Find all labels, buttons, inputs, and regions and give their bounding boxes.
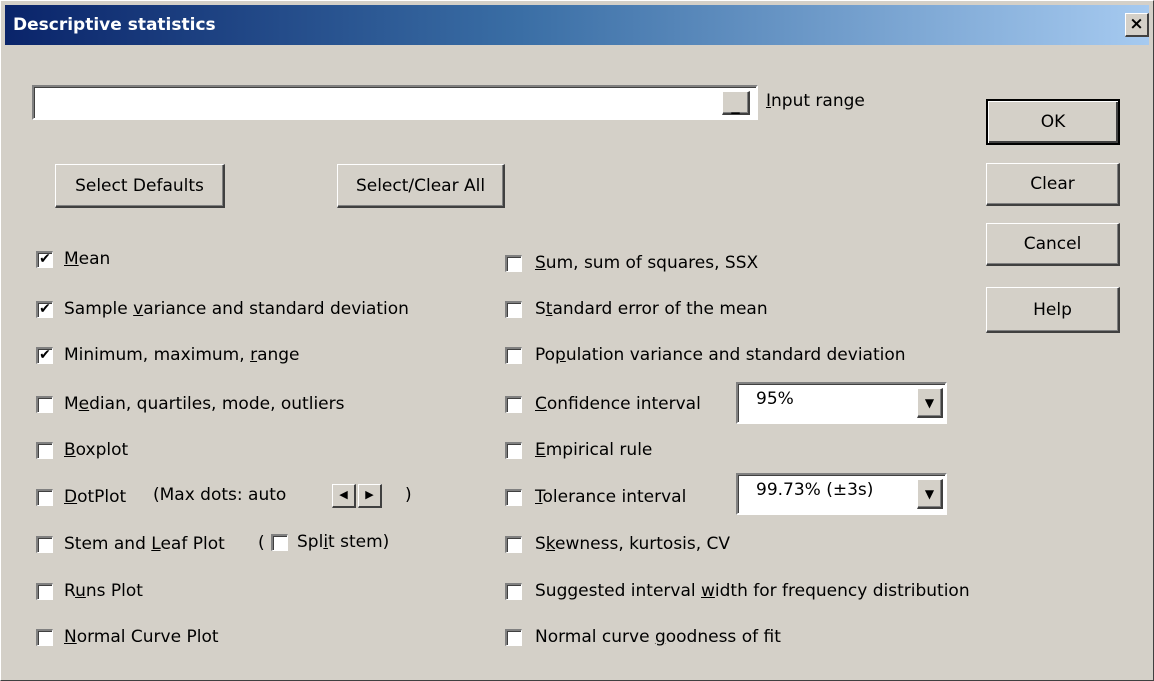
goodness-of-fit-label: Normal curve goodness of fit	[535, 627, 781, 647]
close-button[interactable]: ×	[1125, 13, 1149, 37]
mean-label: Mean	[64, 249, 111, 269]
right-arrow-icon: ▶	[365, 488, 374, 501]
min-max-range-checkbox[interactable]: ✔	[36, 347, 53, 364]
population-variance-label: Population variance and standard deviati…	[535, 345, 906, 365]
input-range-label: Input range	[766, 91, 865, 111]
collapse-icon: _	[731, 95, 740, 115]
runs-plot-label: Runs Plot	[64, 581, 143, 601]
collapse-range-button[interactable]: _	[722, 91, 750, 115]
interval-width-label: Suggested interval width for frequency d…	[535, 581, 970, 601]
goodness-of-fit-checkbox[interactable]	[505, 629, 522, 646]
clear-button[interactable]: Clear	[986, 163, 1120, 206]
left-arrow-icon: ◀	[339, 488, 348, 501]
empirical-rule-label: Empirical rule	[535, 440, 653, 460]
empirical-rule-checkbox[interactable]	[505, 442, 522, 459]
tolerance-interval-checkbox[interactable]	[505, 489, 522, 506]
split-stem-open-paren: (	[258, 533, 265, 553]
median-label: Median, quartiles, mode, outliers	[64, 394, 345, 414]
tolerance-interval-label: Tolerance interval	[535, 487, 687, 507]
standard-error-checkbox[interactable]	[505, 301, 522, 318]
mean-checkbox[interactable]: ✔	[36, 251, 53, 268]
dialog-title: Descriptive statistics	[13, 15, 216, 35]
boxplot-label: Boxplot	[64, 440, 129, 460]
max-dots-label: (Max dots: auto	[153, 485, 287, 505]
sample-variance-label: Sample variance and standard deviation	[64, 299, 409, 319]
runs-plot-checkbox[interactable]	[36, 583, 53, 600]
dots-increase-button[interactable]: ▶	[358, 484, 382, 508]
max-dots-close-paren: )	[405, 485, 412, 505]
help-button[interactable]: Help	[986, 287, 1120, 333]
title-bar[interactable]: Descriptive statistics ×	[5, 5, 1149, 45]
population-variance-checkbox[interactable]	[505, 347, 522, 364]
skewness-label: Skewness, kurtosis, CV	[535, 534, 731, 554]
select-clear-all-button[interactable]: Select/Clear All	[337, 164, 505, 208]
sum-checkbox[interactable]	[505, 255, 522, 272]
stem-leaf-label: Stem and Leaf Plot	[64, 534, 225, 554]
chevron-down-icon: ▼	[924, 486, 935, 501]
min-max-range-label: Minimum, maximum, range	[64, 345, 300, 365]
confidence-level-select[interactable]: 95% ▼	[736, 382, 947, 424]
standard-error-label: Standard error of the mean	[535, 299, 768, 319]
median-checkbox[interactable]	[36, 396, 53, 413]
confidence-interval-label: Confidence interval	[535, 394, 701, 414]
ok-button[interactable]: OK	[986, 99, 1120, 145]
tolerance-level-value: 99.73% (±3s)	[756, 480, 874, 500]
descriptive-statistics-dialog: Descriptive statistics × _ Input range O…	[0, 0, 1154, 681]
confidence-dropdown-button[interactable]: ▼	[917, 388, 943, 418]
input-range-field[interactable]: _	[32, 85, 758, 120]
stem-leaf-checkbox[interactable]	[36, 536, 53, 553]
sum-label: Sum, sum of squares, SSX	[535, 253, 759, 273]
select-defaults-button[interactable]: Select Defaults	[55, 164, 225, 208]
sample-variance-checkbox[interactable]: ✔	[36, 301, 53, 318]
chevron-down-icon: ▼	[924, 395, 935, 410]
interval-width-checkbox[interactable]	[505, 583, 522, 600]
tolerance-dropdown-button[interactable]: ▼	[917, 479, 943, 509]
dots-decrease-button[interactable]: ◀	[332, 484, 356, 508]
close-icon: ×	[1129, 14, 1144, 34]
normal-curve-plot-label: Normal Curve Plot	[64, 627, 219, 647]
split-stem-label: Split stem)	[297, 532, 390, 552]
confidence-interval-checkbox[interactable]	[505, 396, 522, 413]
tolerance-level-select[interactable]: 99.73% (±3s) ▼	[736, 473, 947, 515]
dotplot-checkbox[interactable]	[36, 489, 53, 506]
split-stem-checkbox[interactable]	[271, 534, 288, 551]
normal-curve-plot-checkbox[interactable]	[36, 629, 53, 646]
boxplot-checkbox[interactable]	[36, 442, 53, 459]
cancel-button[interactable]: Cancel	[986, 223, 1120, 266]
skewness-checkbox[interactable]	[505, 536, 522, 553]
confidence-level-value: 95%	[756, 389, 794, 409]
dotplot-label: DotPlot	[64, 487, 127, 507]
